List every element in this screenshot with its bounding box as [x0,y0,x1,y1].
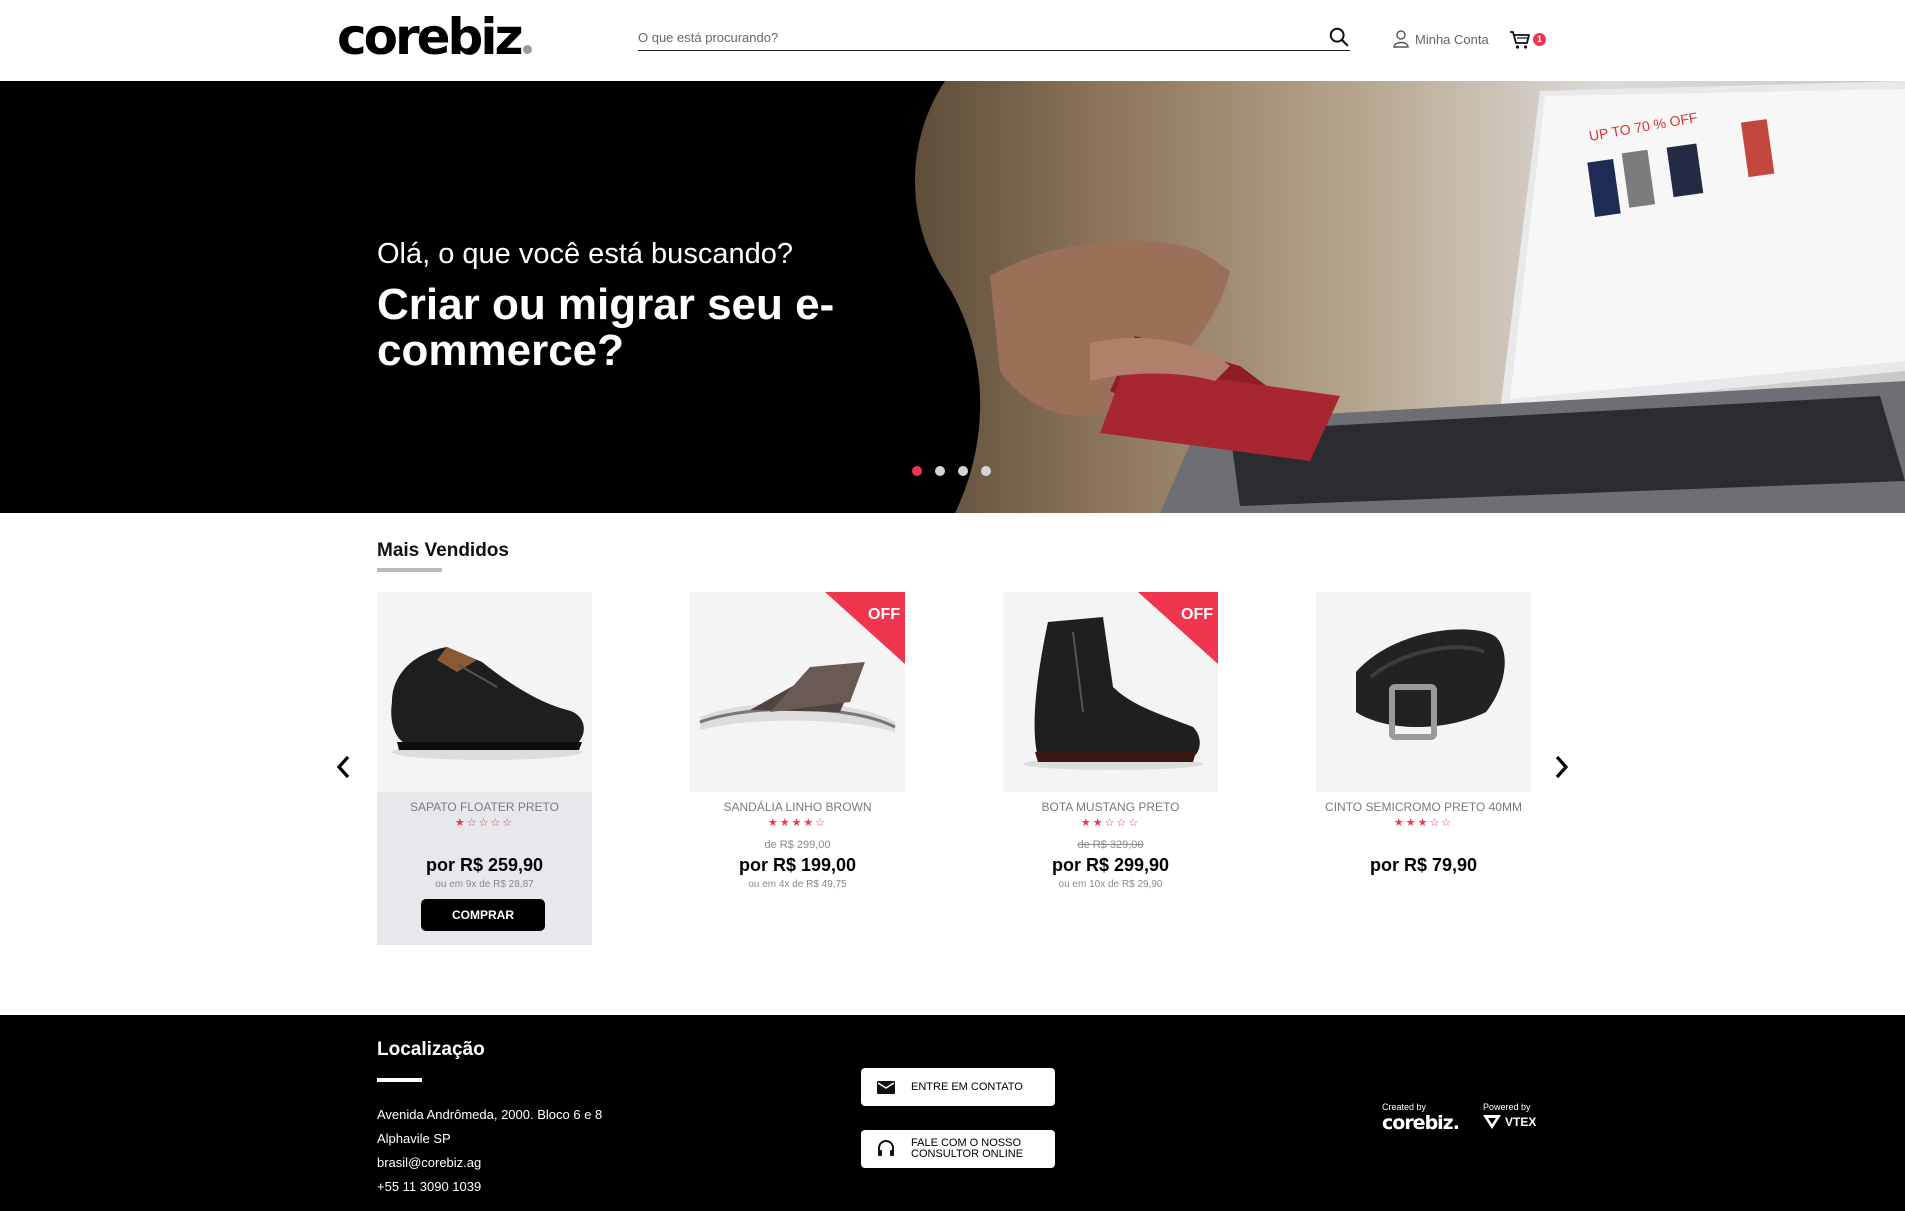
footer-address-line1: Avenida Andrômeda, 2000. Bloco 6 e 8 [377,1107,603,1122]
search-input[interactable] [638,24,1298,50]
created-by-brand: corebiz. [1382,1112,1460,1134]
logo[interactable]: corebiz [337,12,532,62]
off-badge: OFF [1181,606,1213,623]
product-image[interactable]: OFF [690,592,905,792]
product-rating-stars: ★★★☆☆ [1393,817,1454,829]
off-badge-shape [825,592,905,664]
shoe-image [391,647,584,760]
belt-image [1356,629,1505,740]
cart-icon [1510,31,1530,49]
powered-by-brand: VTEX [1505,1115,1537,1129]
logo-dot [522,45,532,54]
footer-title: Localização [377,1039,485,1060]
hero-banner[interactable]: UP TO 70 % OFF Olá, o que você está busc… [0,81,1905,513]
account-link[interactable]: Minha Conta [1393,30,1489,48]
product-installments: ou em 10x de R$ 29,90 [1058,879,1163,890]
created-by-label: Created by [1382,1102,1427,1112]
product-price: por R$ 299,90 [1051,855,1170,875]
product-price: por R$ 259,90 [425,855,544,875]
product-price: por R$ 199,00 [738,855,857,875]
vtex-logo-icon [1483,1115,1501,1129]
user-icon [1393,30,1409,48]
powered-by[interactable]: Powered by VTEX [1483,1102,1536,1129]
footer-address-line2: Alphavile SP [377,1131,451,1146]
carousel-next-arrow-icon[interactable] [1551,752,1571,782]
search-bar [638,24,1350,51]
mail-icon [877,1081,895,1094]
footer-title-underline [377,1078,422,1082]
carousel-prev-arrow-icon[interactable] [334,752,354,782]
product-name: SAPATO FLOATER PRETO [410,800,559,814]
cart-button[interactable]: 1 [1509,30,1549,52]
product-rating-stars: ★☆☆☆☆ [454,817,515,829]
product-name: CINTO SEMICROMO PRETO 40MM [1325,800,1522,814]
account-label: Minha Conta [1415,31,1489,47]
site-header: corebiz Minha Conta 1 [0,0,1905,81]
carousel-dot-4[interactable] [981,466,991,476]
product-name: BOTA MUSTANG PRETO [1041,800,1180,814]
product-card[interactable]: OFF BOTA MUSTANG PRETO ★★☆☆☆ de R$ 329,0… [1003,592,1218,945]
product-image[interactable] [1316,592,1531,792]
product-image[interactable] [377,592,592,792]
product-list-price: de R$ 329,00 [1077,839,1144,851]
carousel-dots [912,466,991,476]
powered-by-label: Powered by [1483,1102,1531,1112]
carousel-dot-3[interactable] [958,466,968,476]
consultant-button-line2: CONSULTOR ONLINE [911,1148,1024,1160]
created-by[interactable]: Created by corebiz. [1382,1102,1460,1134]
contact-button[interactable]: ENTRE EM CONTATO [861,1068,1055,1106]
footer-phone[interactable]: +55 11 3090 1039 [377,1179,481,1194]
site-footer: Localização Avenida Andrômeda, 2000. Blo… [0,1015,1905,1211]
carousel-dot-2[interactable] [935,466,945,476]
bestsellers-underline [377,568,442,572]
product-installments: ou em 4x de R$ 49,75 [748,879,847,890]
footer-email[interactable]: brasil@corebiz.ag [377,1155,481,1170]
product-image[interactable]: OFF [1003,592,1218,792]
product-card[interactable]: OFF SANDÁLIA LINHO BROWN ★★★★☆ de R$ 299… [690,592,905,945]
search-icon[interactable] [1328,26,1350,48]
buy-button[interactable]: COMPRAR [421,899,545,931]
carousel-dot-1[interactable] [912,466,922,476]
consultant-button[interactable]: FALE COM O NOSSO CONSULTOR ONLINE [861,1130,1055,1168]
product-rating-stars: ★★☆☆☆ [1080,817,1141,829]
hero-title: Criar ou migrar seu e-commerce? [377,280,835,375]
product-rating-stars: ★★★★☆ [767,817,828,829]
product-price: por R$ 79,90 [1369,855,1478,875]
product-name: SANDÁLIA LINHO BROWN [723,800,872,814]
off-badge-shape [1138,592,1218,664]
headset-icon [878,1140,894,1156]
hero-subtitle: Olá, o que você está buscando? [377,238,793,270]
product-card[interactable]: CINTO SEMICROMO PRETO 40MM ★★★☆☆ por R$ … [1316,592,1531,945]
hero-illustration: UP TO 70 % OFF [0,81,1905,513]
bestsellers-title: Mais Vendidos [377,540,509,561]
cart-count-badge: 1 [1533,33,1546,46]
contact-button-label: ENTRE EM CONTATO [911,1080,1023,1093]
product-card[interactable]: SAPATO FLOATER PRETO ★☆☆☆☆ por R$ 259,90… [377,592,592,945]
product-list-price: de R$ 299,00 [764,839,831,851]
product-installments: ou em 9x de R$ 28,87 [435,879,534,890]
off-badge: OFF [868,606,900,623]
